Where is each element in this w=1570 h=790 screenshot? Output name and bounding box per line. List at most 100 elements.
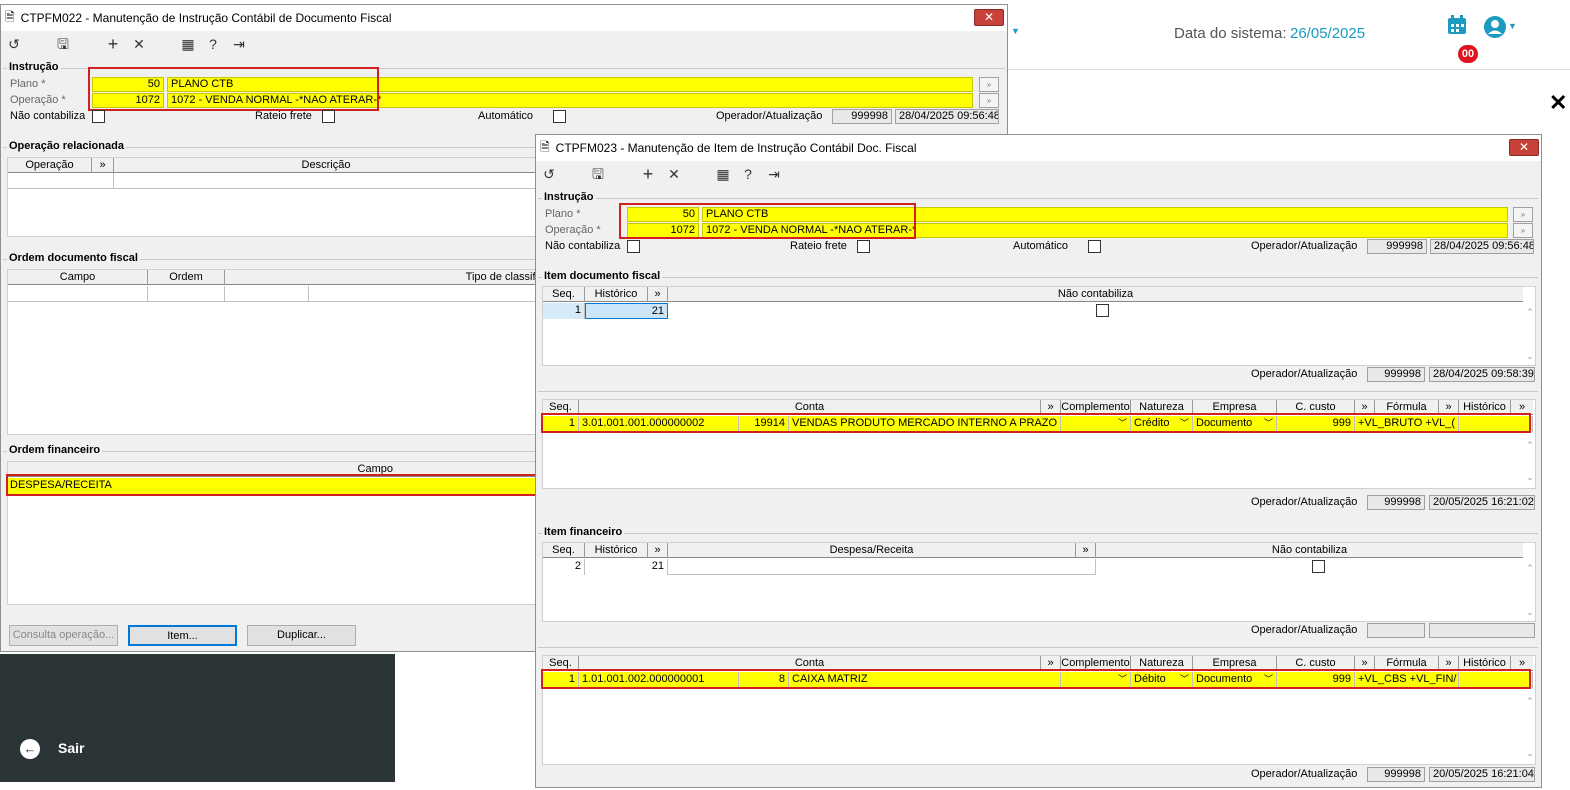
- nao-contabiliza-checkbox[interactable]: [92, 110, 105, 123]
- col-conta[interactable]: Conta: [579, 656, 1041, 671]
- plano-lookup-button[interactable]: »: [979, 77, 999, 92]
- table-row[interactable]: DESPESA/RECEITA: [8, 478, 538, 494]
- cell[interactable]: [225, 286, 309, 302]
- undo-icon[interactable]: ↺: [5, 35, 23, 53]
- col-arrow[interactable]: »: [1041, 400, 1061, 415]
- cell-seq[interactable]: 2: [543, 559, 585, 575]
- col-nao-contabiliza[interactable]: Não contabiliza: [1096, 543, 1523, 558]
- save-icon[interactable]: 🖫: [54, 35, 72, 53]
- cell-natureza[interactable]: Débito ﹀: [1131, 672, 1193, 688]
- col-complemento[interactable]: Complemento: [1061, 656, 1131, 671]
- scroll-down-icon[interactable]: ⌄: [1523, 748, 1537, 759]
- cell-historico[interactable]: [1459, 416, 1533, 432]
- col-natureza[interactable]: Natureza: [1131, 656, 1193, 671]
- help-icon[interactable]: ?: [204, 35, 222, 53]
- col-arrow[interactable]: »: [1439, 400, 1459, 415]
- cell-seq[interactable]: 1: [543, 416, 579, 432]
- user-menu-caret-icon[interactable]: ▼: [1508, 21, 1517, 31]
- col-arrow[interactable]: »: [1355, 400, 1375, 415]
- col-natureza[interactable]: Natureza: [1131, 400, 1193, 415]
- close-panel-icon[interactable]: ✕: [1549, 90, 1567, 116]
- col-arrow[interactable]: »: [1511, 656, 1533, 671]
- col-conta[interactable]: Conta: [579, 400, 1041, 415]
- cell-reduzida[interactable]: 19914: [739, 416, 789, 432]
- operacao-lookup-button[interactable]: »: [979, 93, 999, 108]
- calendar-icon[interactable]: ▦: [179, 35, 197, 53]
- col-campo[interactable]: Campo: [8, 270, 148, 285]
- col-despesa-receita[interactable]: Despesa/Receita: [668, 543, 1076, 558]
- help-icon[interactable]: ?: [739, 165, 757, 183]
- titlebar[interactable]: 🗎 CTPFM022 - Manutenção de Instrução Con…: [1, 5, 1007, 31]
- col-seq[interactable]: Seq.: [543, 287, 585, 302]
- col-arrow[interactable]: »: [648, 543, 668, 558]
- col-formula[interactable]: Fórmula: [1375, 400, 1439, 415]
- col-seq[interactable]: Seq.: [543, 543, 585, 558]
- duplicar-button[interactable]: Duplicar...: [247, 625, 356, 646]
- exit-icon[interactable]: ⇥: [230, 35, 248, 53]
- cell-reduzida[interactable]: 8: [739, 672, 789, 688]
- col-descricao[interactable]: Descrição: [114, 158, 538, 173]
- rateio-frete-checkbox[interactable]: [322, 110, 335, 123]
- delete-icon[interactable]: ✕: [665, 165, 683, 183]
- close-button[interactable]: ✕: [1509, 139, 1539, 156]
- cell[interactable]: [8, 286, 148, 302]
- cell-empresa[interactable]: Documento ﹀: [1193, 416, 1277, 432]
- user-avatar-icon[interactable]: [1483, 15, 1507, 39]
- table-row[interactable]: [8, 286, 538, 302]
- automatico-checkbox[interactable]: [1088, 240, 1101, 253]
- nao-contabiliza-checkbox[interactable]: [627, 240, 640, 253]
- col-arrow[interactable]: »: [648, 287, 668, 302]
- cell[interactable]: [8, 173, 114, 189]
- col-tipo-classificacao[interactable]: Tipo de classifi: [225, 270, 538, 285]
- chevron-down-icon[interactable]: ﹀: [1118, 416, 1127, 431]
- col-arrow[interactable]: »: [1439, 656, 1459, 671]
- chevron-down-icon[interactable]: ﹀: [1264, 672, 1273, 687]
- chevron-down-icon[interactable]: ﹀: [1180, 416, 1189, 431]
- scroll-up-icon[interactable]: ⌃: [1523, 696, 1537, 707]
- sair-icon[interactable]: ←: [20, 739, 40, 759]
- cell-complemento[interactable]: ﹀: [1061, 416, 1131, 432]
- col-arrow[interactable]: »: [92, 158, 114, 173]
- col-nao-contabiliza[interactable]: Não contabiliza: [668, 287, 1523, 302]
- col-ccusto[interactable]: C. custo: [1277, 656, 1355, 671]
- undo-icon[interactable]: ↺: [540, 165, 558, 183]
- exit-icon[interactable]: ⇥: [765, 165, 783, 183]
- scroll-down-icon[interactable]: ⌄: [1523, 472, 1537, 483]
- operacao-code-field[interactable]: 1072: [627, 223, 699, 238]
- col-empresa[interactable]: Empresa: [1193, 400, 1277, 415]
- cell[interactable]: [148, 286, 225, 302]
- cell-natureza[interactable]: Crédito ﹀: [1131, 416, 1193, 432]
- chevron-down-icon[interactable]: ﹀: [1180, 672, 1189, 687]
- scroll-down-icon[interactable]: ⌄: [1523, 351, 1537, 362]
- col-historico[interactable]: Histórico: [1459, 400, 1511, 415]
- col-arrow[interactable]: »: [1355, 656, 1375, 671]
- automatico-checkbox[interactable]: [553, 110, 566, 123]
- col-arrow[interactable]: »: [1076, 543, 1096, 558]
- scroll-down-icon[interactable]: ⌄: [1523, 607, 1537, 618]
- plano-lookup-button[interactable]: »: [1513, 207, 1533, 222]
- col-historico[interactable]: Histórico: [1459, 656, 1511, 671]
- add-icon[interactable]: +: [104, 35, 122, 53]
- operacao-lookup-button[interactable]: »: [1513, 223, 1533, 238]
- cell-empresa[interactable]: Documento ﹀: [1193, 672, 1277, 688]
- col-seq[interactable]: Seq.: [543, 656, 579, 671]
- col-complemento[interactable]: Complemento: [1061, 400, 1131, 415]
- col-campo[interactable]: Campo: [8, 462, 538, 477]
- chevron-down-icon[interactable]: ﹀: [1264, 416, 1273, 431]
- col-arrow[interactable]: »: [1041, 656, 1061, 671]
- consulta-operacao-button[interactable]: Consulta operação...: [9, 625, 118, 646]
- cell-ccusto[interactable]: 999: [1277, 672, 1355, 688]
- table-row[interactable]: 1 21: [543, 303, 1523, 319]
- header-menu-caret-icon[interactable]: ▼: [1011, 26, 1020, 36]
- cell-formula[interactable]: +VL_BRUTO +VL_(: [1355, 416, 1459, 432]
- rateio-frete-checkbox[interactable]: [857, 240, 870, 253]
- col-empresa[interactable]: Empresa: [1193, 656, 1277, 671]
- col-operacao[interactable]: Operação: [8, 158, 92, 173]
- table-row[interactable]: 1 1.01.001.002.000000001 8 CAIXA MATRIZ …: [543, 672, 1533, 688]
- col-ordem[interactable]: Ordem: [148, 270, 225, 285]
- table-row[interactable]: 1 3.01.001.001.000000002 19914 VENDAS PR…: [543, 416, 1533, 432]
- sair-link[interactable]: Sair: [58, 740, 84, 756]
- cell-historico[interactable]: [1459, 672, 1533, 688]
- plano-code-field[interactable]: 50: [92, 77, 164, 92]
- item-button[interactable]: Item...: [128, 625, 237, 646]
